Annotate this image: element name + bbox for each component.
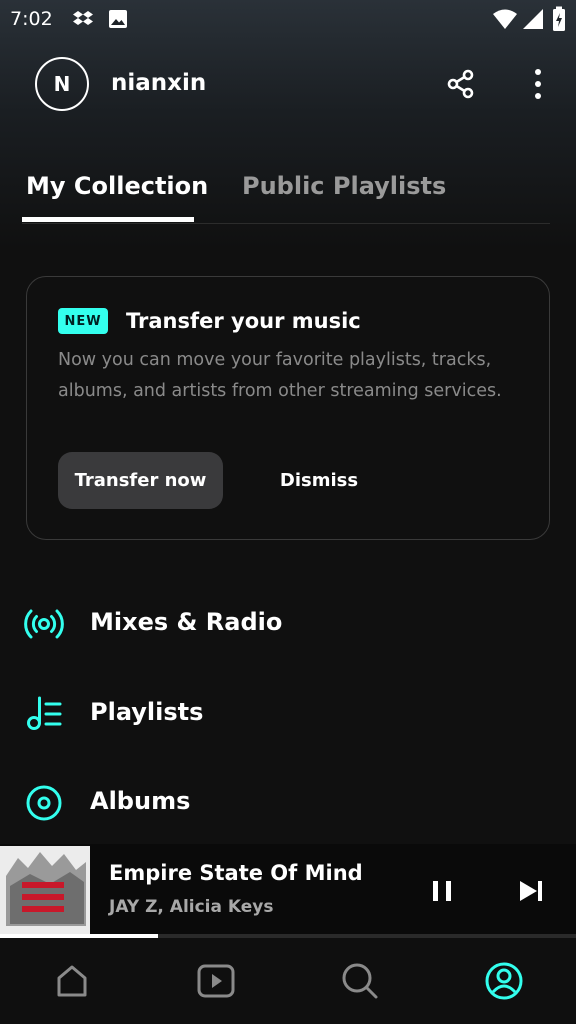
play-video-icon <box>197 964 235 998</box>
nav-search[interactable] <box>335 956 385 1006</box>
menu-item-playlists[interactable]: Playlists <box>0 674 576 754</box>
menu-label-playlists: Playlists <box>90 698 204 726</box>
active-tab-indicator <box>22 217 194 222</box>
menu-item-albums[interactable]: Albums <box>0 763 576 843</box>
album-art <box>0 846 90 934</box>
avatar-initial: N <box>53 72 71 96</box>
wifi-icon <box>493 9 517 29</box>
track-title: Empire State Of Mind <box>109 861 363 885</box>
transfer-now-button[interactable]: Transfer now <box>58 452 223 509</box>
profile-icon <box>485 962 523 1000</box>
nav-home[interactable] <box>47 956 97 1006</box>
nav-videos[interactable] <box>191 956 241 1006</box>
username: nianxin <box>111 70 207 96</box>
mini-player[interactable]: Empire State Of Mind JAY Z, Alicia Keys <box>0 844 576 938</box>
playlist-icon <box>27 696 62 730</box>
tab-public-playlists[interactable]: Public Playlists <box>242 172 446 200</box>
transfer-music-card: NEW Transfer your music Now you can move… <box>26 276 550 540</box>
tab-my-collection[interactable]: My Collection <box>26 172 208 200</box>
track-artist: JAY Z, Alicia Keys <box>109 897 274 917</box>
image-notification-icon <box>109 10 127 28</box>
dismiss-button[interactable]: Dismiss <box>249 452 389 509</box>
status-time: 7:02 <box>10 8 53 30</box>
collection-tabs: My Collection Public Playlists <box>22 168 550 224</box>
dropbox-notification-icon <box>73 11 93 25</box>
status-bar: 7:02 <box>0 0 576 38</box>
pause-icon[interactable] <box>424 873 460 909</box>
card-description: Now you can move your favorite playlists… <box>58 350 502 401</box>
cellular-signal-icon <box>523 9 543 29</box>
radio-broadcast-icon <box>24 609 64 639</box>
avatar[interactable]: N <box>35 57 89 111</box>
nav-my-collection[interactable] <box>479 956 529 1006</box>
album-disc-icon <box>26 785 62 821</box>
share-icon[interactable] <box>445 68 477 100</box>
bottom-navigation <box>0 938 576 1024</box>
card-title: Transfer your music <box>126 309 361 333</box>
menu-label-mixes-radio: Mixes & Radio <box>90 608 283 636</box>
new-badge: NEW <box>58 308 108 334</box>
battery-charging-icon <box>553 6 565 31</box>
menu-label-albums: Albums <box>90 787 191 815</box>
skip-next-icon[interactable] <box>513 873 549 909</box>
menu-item-mixes-radio[interactable]: Mixes & Radio <box>0 584 576 664</box>
search-icon <box>342 963 378 999</box>
more-options-icon[interactable] <box>524 66 552 102</box>
home-icon <box>57 965 87 997</box>
